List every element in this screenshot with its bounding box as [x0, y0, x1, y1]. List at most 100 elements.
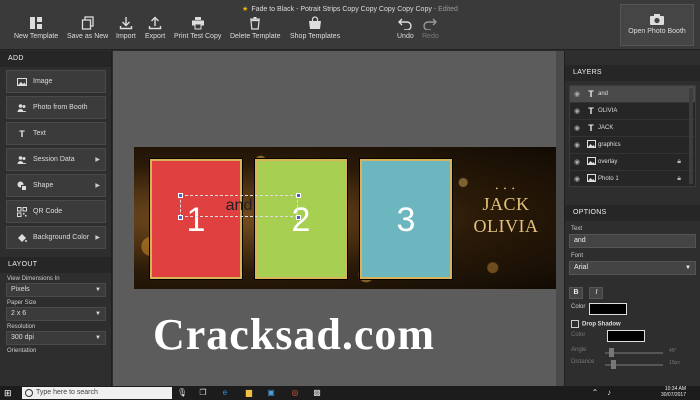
save-as-new-button[interactable]: Save as New — [67, 16, 108, 40]
redo-icon — [423, 18, 438, 30]
layer-row[interactable]: ◉ Photo 1 🔒︎ — [570, 171, 695, 186]
paper-size-select[interactable]: 2 x 6 ▼ — [6, 307, 106, 321]
resize-handle-br[interactable] — [296, 215, 301, 220]
network-icon[interactable]: ⌃ — [590, 388, 600, 398]
font-select[interactable]: Arial ▼ — [569, 261, 696, 275]
app-window: ★ Fade to Black - Potrait Strips Copy Cop… — [0, 0, 700, 400]
add-shape-button[interactable]: Shape ▶ — [6, 174, 106, 197]
edge-browser-icon[interactable]: e — [220, 388, 230, 398]
selected-text-box[interactable]: and — [180, 195, 298, 217]
add-text-button[interactable]: T Text — [6, 122, 106, 145]
photo-slot-1[interactable]: 1 — [150, 159, 242, 279]
layers-heading: LAYERS — [565, 65, 700, 81]
app-icon[interactable]: ▩ — [312, 388, 322, 398]
window-title: ★ Fade to Black - Potrait Strips Copy Cop… — [242, 6, 458, 13]
add-background-color-button[interactable]: Background Color ▶ — [6, 226, 106, 249]
font-label: Font — [571, 253, 584, 259]
view-dimensions-select[interactable]: Pixels ▼ — [6, 283, 106, 297]
eye-icon[interactable]: ◉ — [570, 158, 584, 166]
camera-icon — [650, 14, 664, 25]
eye-icon[interactable]: ◉ — [570, 107, 584, 115]
options-heading: OPTIONS — [565, 205, 700, 221]
view-dimensions-label: View Dimensions In — [7, 276, 60, 282]
text-label: Text — [571, 226, 583, 232]
store-icon[interactable]: ▣ — [266, 388, 276, 398]
right-panel: LAYERS ◉ T and ◉ T OLIVIA ◉ T JACK ◉ graphi… — [564, 51, 700, 386]
photo-slot-2[interactable]: 2 — [255, 159, 347, 279]
redo-button[interactable]: Redo — [422, 16, 439, 40]
eye-icon[interactable]: ◉ — [570, 124, 584, 132]
microphone-icon[interactable]: 🎙︎ — [177, 388, 187, 398]
distance-slider-handle[interactable] — [611, 360, 616, 369]
resolution-select[interactable]: 300 dpi ▼ — [6, 331, 106, 345]
layer-row[interactable]: ◉ T and — [570, 86, 695, 103]
print-test-copy-button[interactable]: Print Test Copy — [174, 16, 221, 40]
chevron-right-icon: ▶ — [95, 183, 100, 189]
canvas-scrollbar[interactable] — [556, 51, 564, 386]
layer-row[interactable]: ◉ graphics — [570, 137, 695, 154]
couple-names[interactable]: • • • JACK OLIVIA — [464, 185, 548, 237]
resize-handle-tl[interactable] — [178, 193, 183, 198]
left-panel: ADD Image Photo from Booth T Text Sessio… — [0, 51, 112, 386]
file-explorer-icon[interactable]: ▆ — [244, 388, 254, 398]
upload-icon — [148, 16, 162, 30]
star-icon: ★ — [242, 6, 249, 13]
text-value-input[interactable]: and — [569, 234, 696, 248]
chevron-down-icon: ▼ — [95, 335, 101, 341]
text-color-swatch[interactable] — [589, 303, 627, 315]
task-view-icon[interactable]: ❐ — [198, 388, 208, 398]
drop-shadow-checkbox[interactable] — [571, 320, 579, 328]
add-photo-from-booth-button[interactable]: Photo from Booth — [6, 96, 106, 119]
add-qr-code-button[interactable]: QR Code — [6, 200, 106, 223]
chrome-icon[interactable]: ◎ — [290, 388, 300, 398]
photo-strip[interactable]: 1 2 3 and • • • JACK OLIVIA — [134, 147, 556, 289]
bold-button[interactable]: B — [569, 287, 583, 299]
drop-shadow-row[interactable]: Drop Shadow — [571, 320, 700, 328]
trash-icon — [250, 17, 261, 30]
eye-icon[interactable]: ◉ — [570, 141, 584, 149]
undo-button[interactable]: Undo — [397, 16, 414, 40]
lock-icon[interactable]: 🔒︎ — [677, 158, 681, 166]
eye-icon[interactable]: ◉ — [570, 90, 584, 98]
layer-row[interactable]: ◉ T JACK — [570, 120, 695, 137]
resolution-label: Resolution — [7, 324, 36, 330]
italic-button[interactable]: I — [589, 287, 604, 299]
grid-icon — [30, 17, 43, 29]
import-button[interactable]: Import — [116, 16, 136, 40]
name-olivia: OLIVIA — [473, 216, 539, 236]
text-layer-icon: T — [588, 106, 594, 116]
printer-icon — [191, 17, 204, 30]
shadow-color-swatch[interactable] — [607, 330, 645, 342]
lock-icon[interactable]: 🔒︎ — [677, 175, 681, 183]
photo-slot-3[interactable]: 3 — [360, 159, 452, 279]
add-session-data-button[interactable]: Session Data ▶ — [6, 148, 106, 171]
open-photo-booth-button[interactable]: Open Photo Booth — [620, 4, 694, 46]
shop-templates-button[interactable]: Shop Templates — [290, 16, 340, 40]
watermark-text: Cracksad.com — [153, 310, 436, 359]
chevron-down-icon: ▼ — [95, 311, 101, 317]
color-label: Color — [571, 304, 586, 310]
resize-handle-bl[interactable] — [178, 215, 183, 220]
download-icon — [119, 17, 133, 30]
distance-label: Distance — [571, 359, 595, 365]
add-image-button[interactable]: Image — [6, 70, 106, 93]
eye-icon[interactable]: ◉ — [570, 175, 584, 183]
system-clock[interactable]: 10:34 AM 30/07/2017 — [661, 386, 686, 398]
text-icon: T — [19, 128, 25, 139]
export-button[interactable]: Export — [145, 16, 165, 40]
orientation-label: Orientation — [7, 348, 37, 354]
layer-row[interactable]: ◉ T OLIVIA — [570, 103, 695, 120]
new-template-button[interactable]: New Template — [14, 16, 58, 40]
angle-label: Angle — [571, 347, 587, 353]
layer-row[interactable]: ◉ overlay 🔒︎ — [570, 154, 695, 171]
layers-scrollbar[interactable] — [689, 88, 693, 184]
taskbar-search-input[interactable]: Type here to search — [22, 387, 172, 399]
image-layer-icon — [584, 174, 598, 184]
volume-icon[interactable]: ♪ — [604, 388, 614, 398]
windows-start-icon[interactable]: ⊞ — [4, 388, 12, 399]
angle-slider-handle[interactable] — [609, 348, 614, 357]
design-canvas[interactable]: 1 2 3 and • • • JACK OLIVIA Cracksad.com — [113, 51, 564, 386]
delete-template-button[interactable]: Delete Template — [230, 16, 280, 40]
shapes-icon — [17, 181, 27, 191]
resize-handle-tr[interactable] — [296, 193, 301, 198]
